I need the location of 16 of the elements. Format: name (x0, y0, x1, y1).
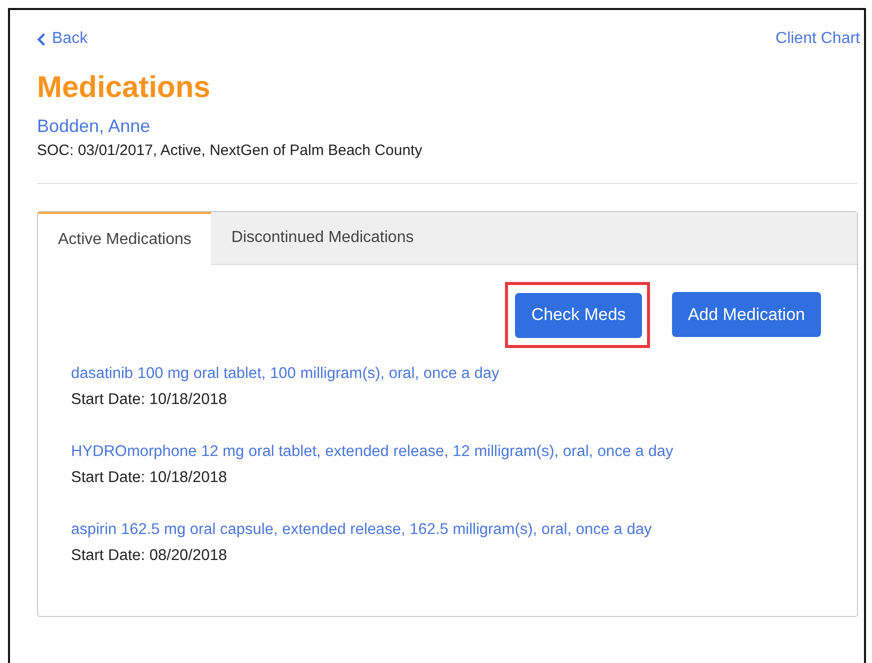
client-chart-link[interactable]: Client Chart (776, 30, 860, 48)
start-date: Start Date: 10/18/2018 (71, 469, 227, 486)
medication-link[interactable]: dasatinib 100 mg oral tablet, 100 milligram(s), oral, once a day (71, 365, 500, 382)
tab[interactable]: Active Medications (38, 212, 212, 265)
medication-link[interactable]: aspirin 162.5 mg oral capsule, extended release, 162.5 milligram(s), oral, once a day (71, 521, 652, 538)
medication-link[interactable]: HYDROmorphone 12 mg oral tablet, extended release, 12 milligram(s), oral, once a day (71, 443, 674, 460)
client-name-link[interactable]: Bodden, Anne (37, 116, 150, 136)
client-details: SOC: 03/01/2017, Active, NextGen of Palm Beach County (37, 142, 422, 159)
tab[interactable]: Discontinued Medications (211, 212, 434, 264)
add-medication-button[interactable]: Add Medication (672, 292, 821, 337)
check-meds-button[interactable]: Check Meds (515, 292, 642, 338)
start-date: Start Date: 10/18/2018 (71, 391, 227, 408)
chevron-left-icon (37, 32, 46, 46)
start-date: Start Date: 08/20/2018 (71, 547, 227, 564)
page-title: Medications (37, 70, 212, 106)
back-link[interactable]: Back (37, 30, 88, 48)
